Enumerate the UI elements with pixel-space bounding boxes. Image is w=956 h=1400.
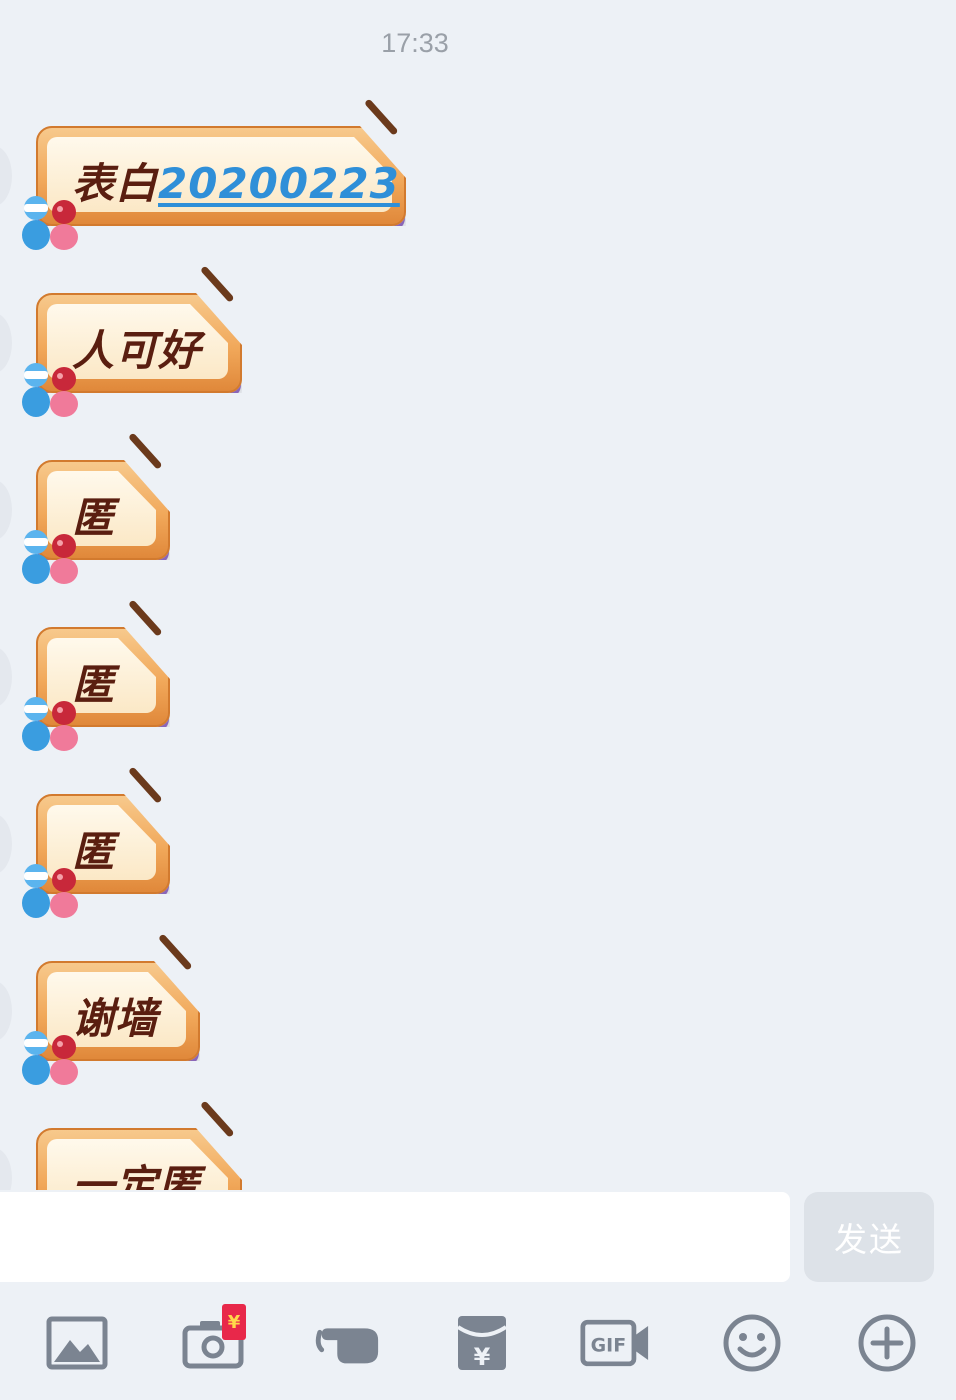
- couple-icon: [22, 196, 78, 250]
- input-bar: 发送: [0, 1190, 956, 1288]
- message-input[interactable]: [0, 1192, 790, 1282]
- chat-area: 17:33 表白20200223 人可好 匿 匿 匿 谢墙 一定匿: [0, 0, 956, 1190]
- bubble-corner-stripe: [157, 933, 193, 971]
- bubble-corner-stripe: [199, 265, 235, 303]
- red-packet-icon: ¥: [456, 1316, 508, 1371]
- couple-icon: [22, 864, 78, 918]
- avatar[interactable]: [0, 313, 12, 373]
- plus-icon: [858, 1314, 916, 1372]
- couple-icon: [22, 1031, 78, 1085]
- avatar[interactable]: [0, 146, 12, 206]
- avatar[interactable]: [0, 1148, 12, 1190]
- gif-icon: GIF: [580, 1319, 649, 1367]
- poke-icon: [315, 1328, 379, 1364]
- chat-message[interactable]: 匿: [22, 432, 170, 584]
- red-packet-badge: ¥: [222, 1304, 246, 1340]
- input-toolbar: ¥ ¥ GIF: [0, 1288, 956, 1400]
- image-button[interactable]: [42, 1308, 112, 1378]
- bubble-corner-stripe: [127, 766, 163, 804]
- gif-button[interactable]: GIF: [580, 1308, 650, 1378]
- message-number-link[interactable]: 20200223: [158, 159, 400, 208]
- red-packet-button[interactable]: ¥: [447, 1308, 517, 1378]
- camera-button[interactable]: ¥: [178, 1304, 248, 1378]
- chat-message[interactable]: 匿: [22, 599, 170, 751]
- message-text: 人可好: [72, 326, 202, 375]
- chat-message[interactable]: 匿: [22, 766, 170, 918]
- bubble-corner-stripe: [127, 599, 163, 637]
- bubble-corner-stripe: [363, 98, 399, 136]
- chat-message[interactable]: 谢墙: [22, 933, 200, 1085]
- avatar[interactable]: [0, 480, 12, 540]
- couple-icon: [22, 363, 78, 417]
- message-text: 一定匿: [72, 1161, 202, 1190]
- avatar[interactable]: [0, 981, 12, 1041]
- couple-icon: [22, 530, 78, 584]
- avatar[interactable]: [0, 814, 12, 874]
- gif-glyph: GIF: [591, 1335, 626, 1357]
- avatar[interactable]: [0, 647, 12, 707]
- bubble-corner-stripe: [199, 1100, 235, 1138]
- emoji-icon: [723, 1314, 781, 1372]
- message-text: 表白20200223: [72, 150, 400, 211]
- chat-message[interactable]: 表白20200223: [22, 98, 406, 250]
- poke-button[interactable]: [312, 1308, 382, 1378]
- emoji-button[interactable]: [717, 1308, 787, 1378]
- bubble-corner-stripe: [127, 432, 163, 470]
- image-icon: [46, 1316, 108, 1370]
- yuan-glyph: ¥: [474, 1343, 491, 1371]
- message-timestamp: 17:33: [381, 28, 449, 58]
- chat-message[interactable]: 一定匿: [36, 1100, 242, 1190]
- more-button[interactable]: [852, 1308, 922, 1378]
- chat-message[interactable]: 人可好: [22, 265, 242, 417]
- send-button[interactable]: 发送: [804, 1192, 934, 1282]
- couple-icon: [22, 697, 78, 751]
